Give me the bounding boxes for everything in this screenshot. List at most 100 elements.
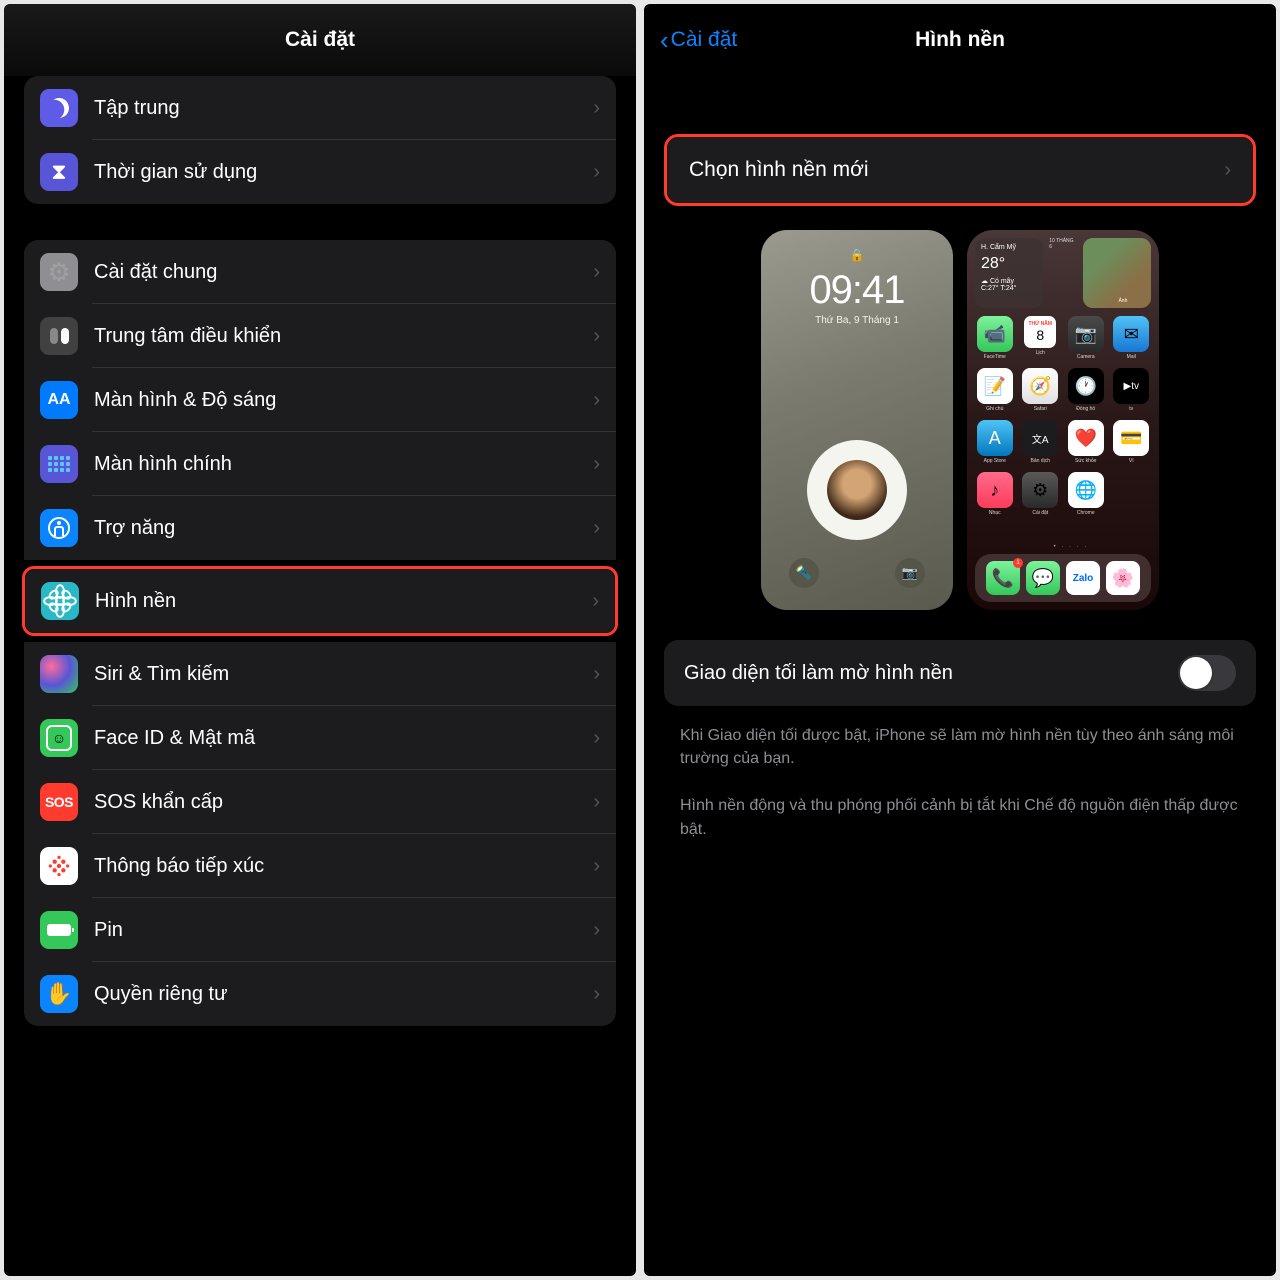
- settings-row-faceid[interactable]: ☺ Face ID & Mật mã ›: [24, 706, 616, 770]
- sos-icon: SOS: [40, 783, 78, 821]
- moon-icon: [40, 89, 78, 127]
- chevron-right-icon: ›: [593, 855, 600, 878]
- display-icon: AA: [40, 381, 78, 419]
- settings-row-exposure[interactable]: Thông báo tiếp xúc ›: [24, 834, 616, 898]
- list-group-main-b: Siri & Tìm kiếm › ☺ Face ID & Mật mã › S…: [24, 642, 616, 1026]
- face-id-icon: ☺: [40, 719, 78, 757]
- health-app-icon: ❤️: [1068, 420, 1104, 456]
- toggle-knob: [1180, 657, 1212, 689]
- flower-icon: [41, 582, 79, 620]
- row-label: Thông báo tiếp xúc: [94, 855, 593, 878]
- dock: 📞1 💬 Zalo 🌸: [975, 554, 1151, 602]
- chevron-right-icon: ›: [593, 727, 600, 750]
- back-label: Cài đặt: [671, 28, 738, 52]
- settings-row-focus[interactable]: Tập trung ›: [24, 76, 616, 140]
- lock-time: 09:41: [809, 268, 904, 313]
- row-label: Chọn hình nền mới: [689, 158, 1224, 182]
- row-label: Pin: [94, 919, 593, 942]
- footer-text-1: Khi Giao diện tối được bật, iPhone sẽ là…: [644, 724, 1276, 794]
- app-grid: 📹FaceTime THỨ NĂM8Lịch 📷Camera ✉Mail 📝Gh…: [975, 316, 1151, 516]
- settings-row-homescreen[interactable]: Màn hình chính ›: [24, 432, 616, 496]
- flashlight-icon: 🔦: [789, 558, 819, 588]
- hourglass-icon: ⧗: [40, 153, 78, 191]
- dim-wallpaper-row: Giao diện tối làm mờ hình nền: [664, 640, 1256, 706]
- chevron-right-icon: ›: [593, 453, 600, 476]
- row-label: Thời gian sử dụng: [94, 161, 593, 184]
- camera-icon: 📷: [895, 558, 925, 588]
- settings-row-siri[interactable]: Siri & Tìm kiếm ›: [24, 642, 616, 706]
- grid-icon: [40, 445, 78, 483]
- wallpaper-panel: ‹ Cài đặt Hình nền Chọn hình nền mới › 🔒…: [644, 4, 1276, 1276]
- settings-row-control-center[interactable]: Trung tâm điều khiển ›: [24, 304, 616, 368]
- music-app-icon: ♪: [977, 472, 1013, 508]
- wallpaper-image: [792, 440, 922, 530]
- tv-app-icon: ▶tv: [1113, 368, 1149, 404]
- photo-widget: Ảnh: [1083, 238, 1151, 308]
- settings-row-wallpaper[interactable]: Hình nền ›: [25, 569, 615, 633]
- camera-app-icon: 📷: [1068, 316, 1104, 352]
- settings-row-privacy[interactable]: ✋ Quyền riêng tư ›: [24, 962, 616, 1026]
- homescreen-preview[interactable]: H. Cẩm Mỹ 28° ☁ Có mây C:27° T:24° 10 TH…: [967, 230, 1159, 610]
- settings-row-display[interactable]: AA Màn hình & Độ sáng ›: [24, 368, 616, 432]
- messages-app-icon: 💬: [1026, 561, 1060, 595]
- chevron-left-icon: ‹: [660, 25, 669, 56]
- photos-app-icon: 🌸: [1106, 561, 1140, 595]
- control-center-icon: [40, 317, 78, 355]
- hand-icon: ✋: [40, 975, 78, 1013]
- row-label: Hình nền: [95, 590, 592, 613]
- chevron-right-icon: ›: [592, 590, 599, 613]
- wallpaper-preview: 🔒 09:41 Thứ Ba, 9 Tháng 1 🔦 📷 H. Cẩm Mỹ …: [716, 230, 1204, 610]
- chevron-right-icon: ›: [593, 97, 600, 120]
- facetime-app-icon: 📹: [977, 316, 1013, 352]
- row-label: SOS khẩn cấp: [94, 791, 593, 814]
- header: ‹ Cài đặt Hình nền: [644, 4, 1276, 76]
- lockscreen-preview[interactable]: 🔒 09:41 Thứ Ba, 9 Tháng 1 🔦 📷: [761, 230, 953, 610]
- chevron-right-icon: ›: [593, 919, 600, 942]
- chevron-right-icon: ›: [1224, 159, 1231, 182]
- back-button[interactable]: ‹ Cài đặt: [660, 25, 737, 56]
- dim-wallpaper-toggle[interactable]: [1178, 655, 1236, 691]
- chevron-right-icon: ›: [593, 325, 600, 348]
- lock-date: Thứ Ba, 9 Tháng 1: [815, 315, 899, 326]
- page-indicator: • · · · ·: [975, 544, 1159, 550]
- wallet-app-icon: 💳: [1113, 420, 1149, 456]
- safari-app-icon: 🧭: [1022, 368, 1058, 404]
- settings-panel: Cài đặt Tập trung › ⧗ Thời gian sử dụng …: [4, 4, 636, 1276]
- row-label: Face ID & Mật mã: [94, 727, 593, 750]
- settings-row-sos[interactable]: SOS SOS khẩn cấp ›: [24, 770, 616, 834]
- calendar-app-icon: THỨ NĂM8: [1024, 316, 1056, 348]
- row-label: Màn hình chính: [94, 453, 593, 476]
- settings-app-icon: ⚙: [1022, 472, 1058, 508]
- row-label: Trung tâm điều khiển: [94, 325, 593, 348]
- choose-wallpaper-row[interactable]: Chọn hình nền mới ›: [667, 137, 1253, 203]
- chevron-right-icon: ›: [593, 261, 600, 284]
- siri-icon: [40, 655, 78, 693]
- phone-app-icon: 📞1: [986, 561, 1020, 595]
- highlight-wallpaper: Hình nền ›: [22, 566, 618, 636]
- row-label: Quyền riêng tư: [94, 983, 593, 1006]
- chrome-app-icon: 🌐: [1068, 472, 1104, 508]
- page-title: Hình nền: [915, 28, 1005, 52]
- chevron-right-icon: ›: [593, 161, 600, 184]
- row-label: Màn hình & Độ sáng: [94, 389, 593, 412]
- exposure-icon: [40, 847, 78, 885]
- settings-row-accessibility[interactable]: Trợ năng ›: [24, 496, 616, 560]
- settings-row-battery[interactable]: Pin ›: [24, 898, 616, 962]
- chevron-right-icon: ›: [593, 791, 600, 814]
- chevron-right-icon: ›: [593, 663, 600, 686]
- toggle-label: Giao diện tối làm mờ hình nền: [684, 662, 1178, 685]
- appstore-app-icon: A: [977, 420, 1013, 456]
- clock-app-icon: 🕐: [1068, 368, 1104, 404]
- battery-icon: [40, 911, 78, 949]
- chevron-right-icon: ›: [593, 517, 600, 540]
- accessibility-icon: [40, 509, 78, 547]
- translate-app-icon: 文A: [1022, 420, 1058, 456]
- settings-row-general[interactable]: ⚙ Cài đặt chung ›: [24, 240, 616, 304]
- weather-widget: H. Cẩm Mỹ 28° ☁ Có mây C:27° T:24°: [975, 238, 1043, 308]
- row-label: Cài đặt chung: [94, 261, 593, 284]
- page-title: Cài đặt: [285, 28, 355, 52]
- highlight-choose-wallpaper: Chọn hình nền mới ›: [664, 134, 1256, 206]
- list-group-focus: Tập trung › ⧗ Thời gian sử dụng ›: [24, 76, 616, 204]
- row-label: Tập trung: [94, 97, 593, 120]
- settings-row-screentime[interactable]: ⧗ Thời gian sử dụng ›: [24, 140, 616, 204]
